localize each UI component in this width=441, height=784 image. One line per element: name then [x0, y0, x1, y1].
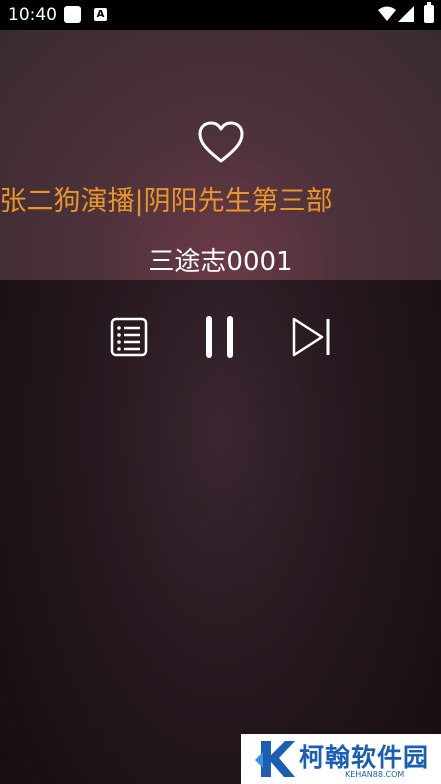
album-title-text: l张二狗演播|阴阳先生第三部: [0, 186, 333, 217]
watermark-brand: 柯翰软件园: [299, 743, 430, 772]
playback-controls: [0, 310, 441, 366]
wifi-icon: [378, 6, 396, 21]
skip-next-icon[interactable]: [286, 310, 336, 366]
signal-icon: [398, 6, 414, 22]
watermark: 柯翰软件园 KEHAN88.COM: [241, 734, 441, 784]
player-screen: 10:40 A l张二狗演播|阴阳先生第三部 三途志0001 柯翰软件园 KEH…: [0, 0, 441, 784]
track-title: 三途志0001: [148, 247, 293, 277]
pause-icon[interactable]: [196, 310, 246, 366]
notification-icon: [64, 6, 81, 23]
watermark-domain: KEHAN88.COM: [345, 770, 405, 779]
playlist-icon[interactable]: [105, 310, 155, 366]
status-bar: 10:40 A: [0, 0, 441, 30]
now-playing-panel: l张二狗演播|阴阳先生第三部 三途志0001: [0, 30, 441, 280]
album-title: l张二狗演播|阴阳先生第三部: [0, 180, 441, 224]
a-notification-icon: A: [94, 8, 107, 21]
heart-outline-icon[interactable]: [197, 120, 245, 164]
k-logo-icon: [255, 741, 295, 777]
battery-icon: [424, 2, 434, 23]
status-time: 10:40: [8, 5, 57, 25]
